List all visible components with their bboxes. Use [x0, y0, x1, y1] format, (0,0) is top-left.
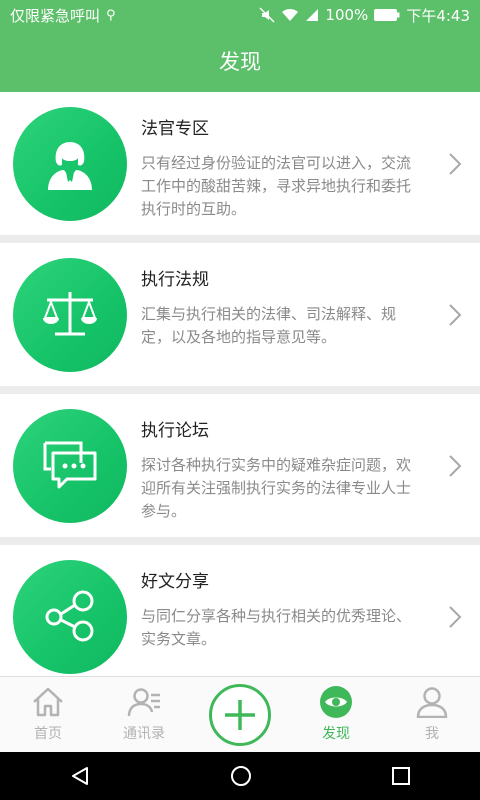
carrier-text: 仅限紧急呼叫	[10, 6, 101, 25]
card-judge-zone[interactable]: 法官专区 只有经过身份验证的法官可以进入，交流工作中的酸甜苦辣，寻求异地执行和委…	[0, 92, 480, 235]
share-icon	[45, 590, 94, 641]
tab-home[interactable]: 首页	[0, 677, 96, 753]
back-icon[interactable]	[69, 765, 91, 787]
card-title: 执行法规	[141, 270, 209, 290]
chat-icon	[43, 441, 97, 488]
recents-icon[interactable]	[391, 766, 411, 786]
eye-icon	[320, 686, 352, 718]
user-icon	[416, 687, 448, 718]
status-bar: 仅限紧急呼叫 ⚲ 100% 下午4:43	[0, 0, 480, 30]
battery-text: 100%	[325, 6, 369, 24]
mute-icon	[259, 7, 275, 23]
signal-icon	[305, 8, 319, 22]
home-icon	[33, 687, 63, 717]
add-button[interactable]	[209, 684, 271, 746]
page-header: 发现	[0, 30, 480, 92]
card-forum[interactable]: 执行论坛 探讨各种执行实务中的疑难杂症问题，欢迎所有关注强制执行实务的法律专业人…	[0, 394, 480, 537]
battery-icon	[374, 9, 400, 21]
judge-icon	[48, 141, 92, 190]
card-title: 法官专区	[141, 119, 209, 139]
system-nav-bar	[0, 752, 480, 800]
chevron-right-icon	[449, 304, 462, 326]
card-description: 探讨各种执行实务中的疑难杂症问题，欢迎所有关注强制执行实务的法律专业人士参与。	[141, 456, 412, 520]
judge-zone-icon-bg	[13, 106, 127, 221]
home-nav-icon[interactable]	[230, 765, 252, 787]
share-icon-bg	[13, 559, 127, 674]
plus-icon	[225, 700, 255, 730]
card-description: 与同仁分享各种与执行相关的优秀理论、实务文章。	[141, 607, 412, 648]
forum-icon-bg	[13, 408, 127, 523]
card-title: 好文分享	[141, 572, 209, 592]
chevron-right-icon	[449, 153, 462, 175]
tab-label: 发现	[322, 726, 350, 742]
clock-text: 下午4:43	[406, 6, 470, 25]
card-description: 汇集与执行相关的法律、司法解释、规定，以及各地的指导意见等。	[141, 305, 397, 346]
tab-label: 通讯录	[123, 726, 165, 742]
tab-label: 我	[425, 726, 439, 742]
contacts-icon	[127, 688, 160, 717]
usb-icon: ⚲	[106, 7, 116, 23]
card-description: 只有经过身份验证的法官可以进入，交流工作中的酸甜苦辣，寻求异地执行和委托执行时的…	[141, 154, 412, 218]
wifi-icon	[281, 8, 299, 22]
chevron-right-icon	[449, 606, 462, 628]
card-title: 执行论坛	[141, 421, 209, 441]
scales-icon	[43, 291, 97, 335]
regulations-icon-bg	[13, 257, 127, 372]
chevron-right-icon	[449, 455, 462, 477]
tab-me[interactable]: 我	[384, 677, 480, 753]
tab-contacts[interactable]: 通讯录	[96, 677, 192, 753]
tab-label: 首页	[34, 726, 62, 742]
page-title: 发现	[219, 50, 261, 74]
tab-discover[interactable]: 发现	[288, 677, 384, 753]
card-regulations[interactable]: 执行法规 汇集与执行相关的法律、司法解释、规定，以及各地的指导意见等。	[0, 243, 480, 386]
card-article-share[interactable]: 好文分享 与同仁分享各种与执行相关的优秀理论、实务文章。	[0, 545, 480, 688]
